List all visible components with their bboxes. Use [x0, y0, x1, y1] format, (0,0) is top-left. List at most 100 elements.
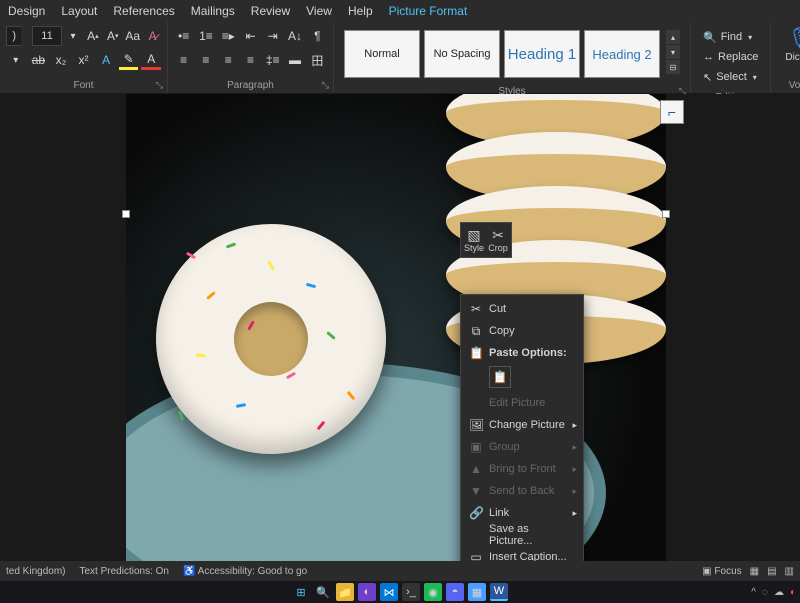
picture-style-button[interactable]: ▧Style [463, 225, 485, 255]
resize-handle[interactable] [122, 210, 130, 218]
align-left-icon[interactable]: ≡ [174, 50, 193, 70]
crop-icon: ✂ [492, 227, 504, 243]
crop-button[interactable]: ✂Crop [487, 225, 509, 255]
view-read-icon[interactable]: ▦ [750, 566, 759, 577]
style-normal[interactable]: Normal [344, 30, 420, 78]
font-size-select[interactable]: 11 [32, 26, 61, 46]
menu-link[interactable]: 🔗Link▸ [461, 502, 583, 524]
gallery-down-icon[interactable]: ▾ [666, 45, 680, 59]
shading-icon[interactable]: ▬ [285, 50, 304, 70]
taskbar-github-icon[interactable]: ◐ [358, 583, 376, 601]
multilevel-icon[interactable]: ≡▸ [219, 26, 238, 46]
tray-cloud-icon[interactable]: ☁ [774, 587, 784, 598]
menu-help[interactable]: Help [348, 4, 373, 18]
align-center-icon[interactable]: ≡ [196, 50, 215, 70]
gallery-more-icon[interactable]: ⊟ [666, 60, 680, 74]
group-label-font: Font⤡ [6, 78, 161, 93]
taskbar-word-icon[interactable]: W [490, 583, 508, 601]
menu-send-back: ▼Send to Back▸ [461, 480, 583, 502]
line-spacing-icon[interactable]: ‡≡ [263, 50, 282, 70]
tray-app-icon[interactable]: ◌ [762, 587, 768, 598]
decrease-indent-icon[interactable]: ⇤ [241, 26, 260, 46]
numbering-icon[interactable]: 1≡ [196, 26, 215, 46]
dialog-launcher-icon[interactable]: ⤡ [156, 80, 163, 91]
menu-picture-format[interactable]: Picture Format [389, 4, 468, 18]
find-button[interactable]: 🔍Find▾ [703, 28, 758, 46]
replace-button[interactable]: ↔Replace [703, 48, 758, 66]
menu-mailings[interactable]: Mailings [191, 4, 235, 18]
strikethrough-icon[interactable]: ab [29, 50, 49, 70]
cut-icon: ✂ [469, 302, 483, 316]
document-area[interactable]: ⌐ ▧Style ✂Crop ✂Cut ⧉Copy 📋Paste Options… [0, 94, 800, 563]
accessibility-icon: ♿ [183, 566, 195, 577]
select-button[interactable]: ↖Select▾ [703, 68, 758, 86]
menu-review[interactable]: Review [251, 4, 290, 18]
taskbar-terminal-icon[interactable]: ›_ [402, 583, 420, 601]
chevron-down-icon[interactable]: ▾ [6, 50, 26, 70]
menu-change-picture[interactable]: 🖼Change Picture▸ [461, 414, 583, 436]
paste-keep-source-button[interactable]: 📋 [489, 366, 511, 388]
menu-copy[interactable]: ⧉Copy [461, 320, 583, 342]
grow-font-icon[interactable]: A▴ [84, 26, 101, 46]
font-color-icon[interactable]: A [141, 50, 161, 70]
chevron-down-icon[interactable]: ▾ [65, 26, 82, 46]
chevron-right-icon: ▸ [572, 420, 577, 431]
subscript-icon[interactable]: x₂ [51, 50, 71, 70]
menu-view[interactable]: View [306, 4, 332, 18]
shrink-font-icon[interactable]: A▾ [104, 26, 121, 46]
page: ⌐ [126, 94, 666, 563]
status-language[interactable]: ted Kingdom) [6, 566, 65, 577]
menu-edit-picture: Edit Picture [461, 392, 583, 414]
taskbar-search-icon[interactable]: 🔍 [314, 583, 332, 601]
status-predictions[interactable]: Text Predictions: On [79, 566, 168, 577]
highlight-icon[interactable]: ✎ [119, 50, 139, 70]
taskbar-explorer-icon[interactable]: 📁 [336, 583, 354, 601]
resize-handle[interactable] [662, 210, 670, 218]
change-case-icon[interactable]: Aa [124, 26, 141, 46]
taskbar-notepad-icon[interactable]: ▦ [468, 583, 486, 601]
style-heading-2[interactable]: Heading 2 [584, 30, 660, 78]
menu-design[interactable]: Design [8, 4, 45, 18]
group-icon: ▣ [469, 440, 483, 454]
dictate-button[interactable]: Dictate [785, 52, 800, 63]
sort-icon[interactable]: A↓ [285, 26, 304, 46]
system-tray[interactable]: ^ ◌ ☁ ◐ [751, 587, 796, 598]
style-heading-1[interactable]: Heading 1 [504, 30, 580, 78]
bullets-icon[interactable]: •≡ [174, 26, 193, 46]
taskbar-vscode-icon[interactable]: ⋈ [380, 583, 398, 601]
menu-references[interactable]: References [113, 4, 174, 18]
inserted-picture[interactable] [126, 94, 666, 563]
font-name-dropdown-partial[interactable]: ) [6, 26, 21, 46]
view-web-icon[interactable]: ▥ [785, 566, 794, 577]
show-marks-icon[interactable]: ¶ [308, 26, 327, 46]
menu-cut[interactable]: ✂Cut [461, 298, 583, 320]
ribbon-group-editing: 🔍Find▾ ↔Replace ↖Select▾ Editing [691, 22, 771, 93]
dialog-launcher-icon[interactable]: ⤡ [322, 80, 329, 91]
group-label-voice: Voice [777, 78, 800, 93]
status-accessibility[interactable]: ♿ Accessibility: Good to go [183, 566, 307, 577]
link-icon: 🔗 [469, 506, 483, 520]
justify-icon[interactable]: ≡ [241, 50, 260, 70]
clear-format-icon[interactable]: A̷ [144, 26, 161, 46]
ribbon-group-styles: Normal No Spacing Heading 1 Heading 2 ▴ … [334, 22, 691, 93]
superscript-icon[interactable]: x² [74, 50, 94, 70]
layout-options-button[interactable]: ⌐ [660, 100, 684, 124]
windows-taskbar: ⊞ 🔍 📁 ◐ ⋈ ›_ ◉ ◓ ▦ W ^ ◌ ☁ ◐ [0, 581, 800, 603]
menu-paste-options: 📋Paste Options: [461, 342, 583, 364]
increase-indent-icon[interactable]: ⇥ [263, 26, 282, 46]
menu-layout[interactable]: Layout [61, 4, 97, 18]
start-button[interactable]: ⊞ [292, 583, 310, 601]
menu-save-as-picture[interactable]: Save as Picture... [461, 524, 583, 546]
taskbar-discord-icon[interactable]: ◓ [446, 583, 464, 601]
style-no-spacing[interactable]: No Spacing [424, 30, 500, 78]
tray-app2-icon[interactable]: ◐ [790, 587, 796, 598]
taskbar-spotify-icon[interactable]: ◉ [424, 583, 442, 601]
gallery-up-icon[interactable]: ▴ [666, 30, 680, 44]
focus-mode-button[interactable]: ▣ Focus [702, 566, 741, 577]
tray-chevron-icon[interactable]: ^ [751, 587, 756, 598]
align-right-icon[interactable]: ≡ [219, 50, 238, 70]
mic-icon[interactable]: 🎙 [787, 26, 800, 52]
borders-icon[interactable]: 田 [308, 50, 327, 70]
text-effects-icon[interactable]: A [96, 50, 116, 70]
view-print-icon[interactable]: ▤ [767, 566, 776, 577]
